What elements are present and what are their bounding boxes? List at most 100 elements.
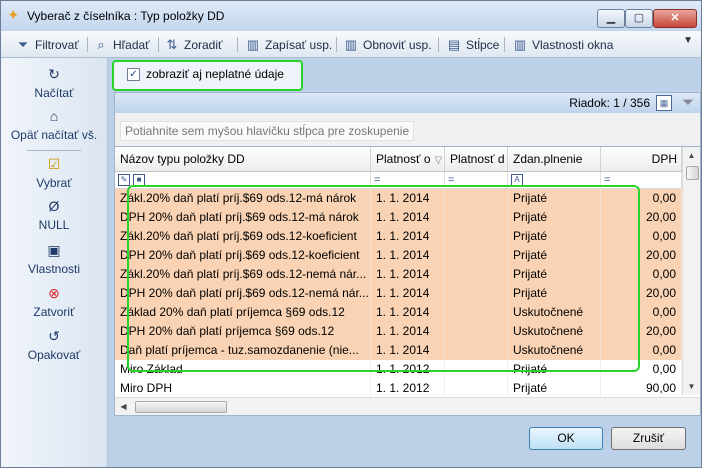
- toolbar-window-properties-button[interactable]: ▥ Vlastnosti okna: [512, 36, 614, 53]
- cell-dph: 0,00: [601, 265, 682, 284]
- cell-valid-to: [445, 360, 508, 379]
- vertical-scroll-thumb[interactable]: [686, 166, 699, 180]
- cell-taxable-supply: Prijaté: [508, 208, 601, 227]
- horizontal-scroll-thumb[interactable]: [135, 401, 227, 413]
- filter-icon: ⏷: [17, 37, 29, 52]
- null-icon: Ø: [48, 198, 60, 214]
- cell-valid-from: 1. 1. 2014: [371, 322, 445, 341]
- cell-dph: 20,00: [601, 246, 682, 265]
- filter-editor-icon[interactable]: ✎: [118, 174, 130, 187]
- grid-settings-icon[interactable]: ▦: [656, 95, 672, 111]
- select-icon: ☑: [47, 156, 61, 172]
- cell-taxable-supply: Prijaté: [508, 265, 601, 284]
- table-row[interactable]: Miro DPH 1. 1. 2012 Prijaté 90,00: [115, 379, 682, 399]
- sidebar-item-reload[interactable]: ↻ Načítať: [1, 66, 107, 100]
- column-header-taxable-supply[interactable]: Zdan.plnenie: [508, 147, 601, 171]
- sidebar-item-reload-all[interactable]: ⌂ Opäť načítať vš.: [1, 108, 107, 142]
- table-row[interactable]: Daň platí príjemca - tuz.samozdanenie (n…: [115, 341, 682, 361]
- filter-cell-valid-from[interactable]: =: [371, 172, 445, 188]
- vertical-scrollbar[interactable]: ▲ ▼: [682, 147, 700, 395]
- column-header-name[interactable]: Názov typu položky DD: [115, 147, 371, 171]
- table-row[interactable]: Zákl.20% daň platí príj.$69 ods.12-nemá …: [115, 265, 682, 285]
- cell-valid-to: [445, 265, 508, 284]
- filter-options-icon[interactable]: ■: [133, 174, 146, 187]
- toolbar-save-layout-button[interactable]: ▥ Zapísať usp.: [245, 36, 332, 53]
- cell-valid-from: 1. 1. 2014: [371, 284, 445, 303]
- toolbar-sort-button[interactable]: ⇅ Zoradiť: [164, 36, 223, 53]
- cell-name: Zákl.20% daň platí príj.$69 ods.12-koefi…: [115, 227, 371, 246]
- data-grid: Názov typu položky DD Platnosť o ▽ Platno…: [114, 146, 701, 416]
- cell-name: DPH 20% daň platí príj.$69 ods.12-má nár…: [115, 208, 371, 227]
- filter-cell-name[interactable]: ✎ ■: [115, 172, 371, 188]
- filter-cell-taxable-supply[interactable]: A: [508, 172, 601, 188]
- reload-icon: ↻: [48, 66, 60, 82]
- sidebar-item-select[interactable]: ☑ Vybrať: [1, 156, 107, 190]
- toolbar-columns-button[interactable]: ▤ Stĺpce: [446, 36, 500, 53]
- cell-valid-to: [445, 284, 508, 303]
- properties-icon: ▣: [47, 242, 61, 258]
- cell-valid-to: [445, 379, 508, 398]
- table-row[interactable]: Zákl.20% daň platí príj.$69 ods.12-má ná…: [115, 189, 682, 209]
- group-hint: Potiahnite sem myšou hlavičku stĺpca pre…: [120, 121, 415, 141]
- column-header-valid-to[interactable]: Platnosť d: [445, 147, 508, 171]
- column-header-dph[interactable]: DPH: [601, 147, 682, 171]
- cell-name: Miro Základ: [115, 360, 371, 379]
- show-invalid-label: zobraziť aj neplatné údaje: [146, 67, 284, 81]
- columns-icon: ▤: [447, 37, 461, 52]
- show-invalid-checkbox[interactable]: ✓: [127, 68, 140, 81]
- scroll-left-icon[interactable]: ◀: [115, 398, 132, 415]
- scroll-up-icon[interactable]: ▲: [683, 147, 700, 164]
- save-layout-icon: ▥: [246, 37, 260, 52]
- close-window-button[interactable]: ✕: [653, 9, 697, 28]
- cell-valid-from: 1. 1. 2014: [371, 208, 445, 227]
- dialog-window: ✦ Vyberač z číselníka : Typ položky DD ▁…: [0, 0, 702, 468]
- sidebar-item-repeat[interactable]: ↺ Opakovať: [1, 328, 107, 362]
- cell-taxable-supply: Prijaté: [508, 227, 601, 246]
- filter-cell-valid-to[interactable]: =: [445, 172, 508, 188]
- sidebar-item-properties[interactable]: ▣ Vlastnosti: [1, 242, 107, 276]
- cell-dph: 0,00: [601, 303, 682, 322]
- cancel-button[interactable]: Zrušiť: [611, 427, 686, 450]
- row-info: Riadok: 1 / 356: [569, 96, 650, 110]
- filter-cell-dph[interactable]: =: [601, 172, 682, 188]
- ok-button[interactable]: OK: [529, 427, 603, 450]
- toolbar-overflow-icon[interactable]: ▼: [683, 35, 693, 46]
- minimize-button[interactable]: ▁: [597, 9, 625, 28]
- table-row[interactable]: DPH 20% daň platí príj.$69 ods.12-má nár…: [115, 208, 682, 228]
- grid-column-headers: Názov typu položky DD Platnosť o ▽ Platno…: [115, 147, 682, 172]
- sidebar-item-close[interactable]: ⊗ Zatvoriť: [1, 285, 107, 319]
- horizontal-scrollbar[interactable]: ◀: [115, 397, 700, 415]
- toolbar-filter-button[interactable]: ⏷ Filtrovať: [15, 36, 79, 53]
- table-row[interactable]: DPH 20% daň platí príj.$69 ods.12-nemá n…: [115, 284, 682, 304]
- group-by-area[interactable]: Potiahnite sem myšou hlavičku stĺpca pre…: [114, 113, 701, 146]
- cell-taxable-supply: Prijaté: [508, 284, 601, 303]
- toolbar-search-button[interactable]: ⌕ Hľadať: [93, 36, 149, 53]
- show-invalid-option: ✓ zobraziť aj neplatné údaje: [112, 60, 303, 91]
- window-title: Vyberač z číselníka : Typ položky DD: [27, 9, 225, 23]
- cell-valid-to: [445, 303, 508, 322]
- table-row[interactable]: Miro Základ 1. 1. 2012 Prijaté 0,00: [115, 360, 682, 380]
- cell-valid-to: [445, 322, 508, 341]
- cell-name: DPH 20% daň platí príjemca §69 ods.12: [115, 322, 371, 341]
- scroll-down-icon[interactable]: ▼: [683, 378, 700, 395]
- table-row[interactable]: DPH 20% daň platí príjemca §69 ods.12 1. …: [115, 322, 682, 342]
- cell-valid-from: 1. 1. 2012: [371, 360, 445, 379]
- toolbar-restore-layout-button[interactable]: ▥ Obnoviť usp.: [343, 36, 432, 53]
- reload-all-icon: ⌂: [49, 108, 59, 124]
- table-row[interactable]: Základ 20% daň platí príjemca §69 ods.12…: [115, 303, 682, 323]
- cell-valid-to: [445, 341, 508, 360]
- cell-name: Miro DPH: [115, 379, 371, 398]
- grid-filter-row: ✎ ■ = = A =: [115, 172, 682, 189]
- title-bar: ✦ Vyberač z číselníka : Typ položky DD ▁…: [1, 1, 701, 31]
- cell-taxable-supply: Prijaté: [508, 360, 601, 379]
- table-row[interactable]: Zákl.20% daň platí príj.$69 ods.12-koefi…: [115, 227, 682, 247]
- cell-dph: 0,00: [601, 341, 682, 360]
- grid-filter-icon[interactable]: ⏷: [682, 94, 694, 111]
- sidebar-item-null[interactable]: Ø NULL: [1, 198, 107, 232]
- cell-valid-from: 1. 1. 2014: [371, 189, 445, 208]
- cell-dph: 0,00: [601, 360, 682, 379]
- table-row[interactable]: DPH 20% daň platí príj.$69 ods.12-koefic…: [115, 246, 682, 266]
- cell-valid-from: 1. 1. 2014: [371, 265, 445, 284]
- maximize-button[interactable]: ▢: [625, 9, 653, 28]
- column-header-valid-from[interactable]: Platnosť o ▽: [371, 147, 445, 171]
